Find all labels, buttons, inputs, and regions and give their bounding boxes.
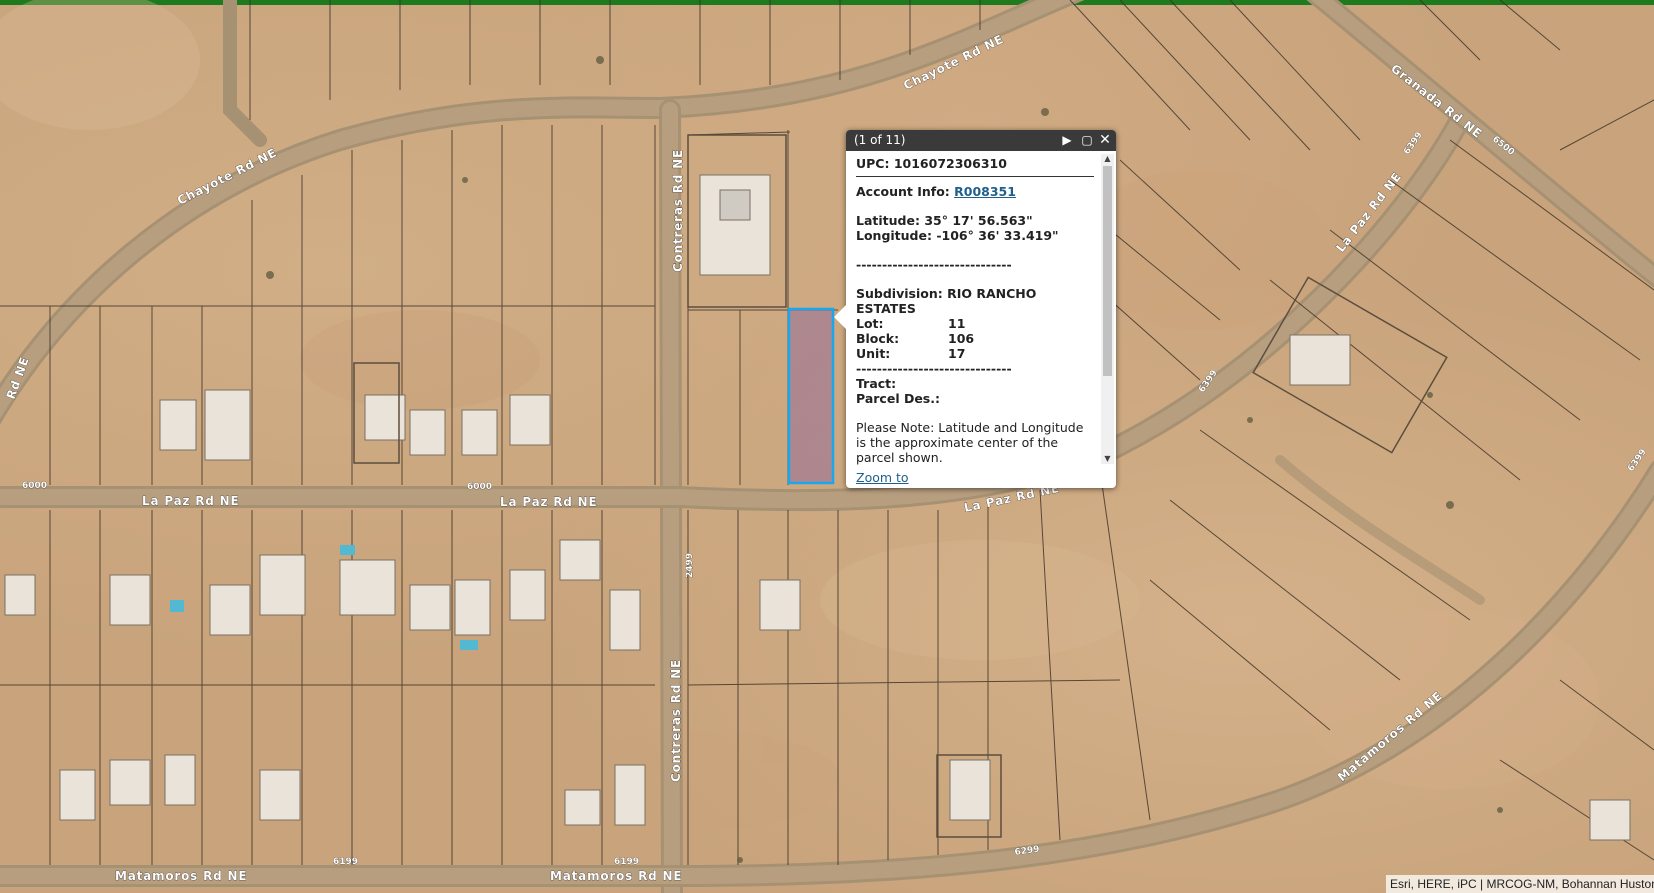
- road-label-lapaz-left: La Paz Rd NE: [142, 494, 240, 508]
- account-label: Account Info:: [856, 184, 950, 199]
- road-label-contreras-upper: Contreras Rd NE: [671, 149, 685, 272]
- address-label: 6199: [333, 857, 358, 867]
- address-label: 6399: [1626, 447, 1649, 473]
- zoom-to-link[interactable]: Zoom to: [856, 470, 909, 485]
- map-attribution: Esri, HERE, iPC | MRCOG-NM, Bohannan Hus…: [1386, 875, 1654, 893]
- address-label: 6000: [467, 482, 492, 492]
- block-row: Block: 106: [856, 331, 1094, 346]
- maximize-icon[interactable]: ▢: [1078, 130, 1096, 151]
- account-link[interactable]: R008351: [954, 184, 1016, 199]
- subdivision-row: Subdivision: RIO RANCHO ESTATES: [856, 286, 1094, 316]
- scroll-up-icon[interactable]: ▲: [1101, 154, 1114, 164]
- map-view[interactable]: Chayote Rd NE Chayote Rd NE Contreras Rd…: [0, 0, 1654, 893]
- longitude-row: Longitude: -106° 36' 33.419": [856, 228, 1094, 243]
- lot-value: 11: [948, 316, 966, 331]
- unit-value: 17: [948, 346, 966, 361]
- upc-row: UPC: 1016072306310: [856, 156, 1094, 177]
- map-canvas[interactable]: Chayote Rd NE Chayote Rd NE Contreras Rd…: [0, 0, 1654, 893]
- ne-road: [1275, 455, 1485, 605]
- latitude-value: 35° 17' 56.563": [924, 213, 1033, 228]
- account-row: Account Info: R008351: [856, 184, 1094, 199]
- block-value: 106: [948, 331, 975, 346]
- road-label-lapaz-mid: La Paz Rd NE: [500, 495, 598, 509]
- close-icon[interactable]: ✕: [1096, 130, 1114, 151]
- lot-label: Lot:: [856, 316, 884, 331]
- road-label-granada: Granada Rd NE: [1388, 61, 1485, 141]
- subdivision-label: Subdivision:: [856, 286, 943, 301]
- address-label: 2499: [685, 553, 695, 578]
- unit-row: Unit: 17: [856, 346, 1094, 361]
- address-label: 6000: [22, 481, 47, 491]
- latitude-label: Latitude:: [856, 213, 920, 228]
- tract-label: Tract:: [856, 376, 897, 391]
- longitude-value: -106° 36' 33.419": [936, 228, 1059, 243]
- selected-parcel[interactable]: [787, 307, 835, 485]
- address-label: 6199: [614, 857, 639, 867]
- upc-value: 1016072306310: [893, 156, 1007, 171]
- location-note: Please Note: Latitude and Longitude is t…: [856, 420, 1084, 465]
- longitude-label: Longitude:: [856, 228, 932, 243]
- road-label-matamoros-mid: Matamoros Rd NE: [550, 869, 682, 883]
- road-label-matamoros-left: Matamoros Rd NE: [115, 869, 247, 883]
- popup-content: UPC: 1016072306310 Account Info: R008351…: [856, 156, 1094, 468]
- scroll-down-icon[interactable]: ▼: [1101, 454, 1114, 464]
- address-label: 6399: [1402, 130, 1425, 156]
- latitude-row: Latitude: 35° 17' 56.563": [856, 213, 1094, 228]
- next-arrow-icon[interactable]: ▶: [1058, 130, 1076, 151]
- block-label: Block:: [856, 331, 900, 346]
- popup-scrollbar[interactable]: ▲ ▼: [1101, 154, 1114, 464]
- upc-label: UPC:: [856, 156, 890, 171]
- popup-header: (1 of 11) ▶ ▢ ✕: [846, 130, 1116, 151]
- divider-line: ------------------------------: [856, 257, 1012, 272]
- parcel-des-label: Parcel Des.:: [856, 391, 940, 406]
- cul-de-sac-road: [223, 0, 267, 147]
- unit-label: Unit:: [856, 346, 891, 361]
- parcel-info-popup: (1 of 11) ▶ ▢ ✕ UPC: 1016072306310 Accou…: [834, 130, 1116, 488]
- lot-row: Lot: 11: [856, 316, 1094, 331]
- scroll-thumb[interactable]: [1103, 166, 1112, 376]
- popup-pointer: [834, 305, 846, 329]
- popup-counter: (1 of 11): [854, 133, 906, 147]
- road-label-contreras-lower: Contreras Rd NE: [669, 659, 683, 782]
- divider-line: ------------------------------: [856, 361, 1012, 376]
